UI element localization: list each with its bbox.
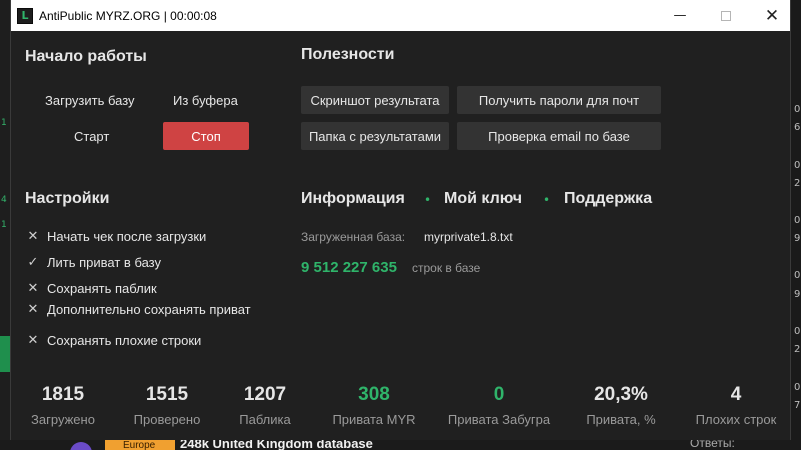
tab-separator: • — [424, 193, 432, 207]
app-window: L AntiPublic MYRZ.ORG | 00:00:08 — ✕ Нач… — [10, 0, 791, 440]
unchecked-icon: ✕ — [27, 228, 39, 244]
replies-label: Ответы: — [690, 440, 735, 450]
lines-count: 9 512 227 635 — [301, 259, 397, 276]
background-number: 4 — [1, 195, 7, 205]
stat-loaded: 1815 Загружено — [3, 383, 123, 427]
background-number: 9 — [794, 289, 801, 300]
setting-save-public[interactable]: ✕ Сохранять паблик — [25, 279, 157, 297]
loaded-base-value: myrprivate1.8.txt — [424, 230, 513, 244]
stat-private-abroad: 0 Привата Забугра — [439, 383, 559, 427]
stat-value: 308 — [358, 384, 390, 405]
unchecked-icon: ✕ — [27, 332, 39, 348]
tab-support[interactable]: Поддержка — [564, 190, 652, 208]
tab-my-key[interactable]: Мой ключ — [444, 190, 522, 208]
stop-button[interactable]: Стоп — [163, 122, 249, 150]
background-forum-row: Europe 248k United Kingdom database Отве… — [0, 440, 801, 450]
minimize-icon: — — [673, 8, 687, 23]
thread-title-link[interactable]: 248k United Kingdom database — [180, 440, 373, 450]
stat-label: Паблика — [239, 412, 291, 427]
load-base-button[interactable]: Загрузить базу — [45, 93, 135, 108]
background-number: 6 — [794, 122, 801, 133]
setting-label: Сохранять паблик — [47, 280, 157, 296]
title-bar[interactable]: L AntiPublic MYRZ.ORG | 00:00:08 — ✕ — [11, 0, 790, 31]
close-icon: ✕ — [764, 5, 780, 26]
stat-value: 1815 — [41, 384, 85, 405]
results-folder-button[interactable]: Папка с результатами — [301, 122, 449, 150]
stat-label: Загружено — [31, 412, 95, 427]
get-email-passwords-button[interactable]: Получить пароли для почт — [457, 86, 661, 114]
setting-push-private-to-base[interactable]: ✓ Лить приват в базу — [25, 253, 161, 271]
background-number: 0 — [794, 326, 801, 337]
tab-separator: • — [543, 193, 551, 207]
stat-label: Привата MYR — [332, 412, 416, 427]
stat-value: 1207 — [243, 384, 287, 405]
stat-label: Плохих строк — [695, 412, 777, 427]
tab-information[interactable]: Информация — [301, 190, 405, 208]
stat-public: 1207 Паблика — [205, 383, 325, 427]
app-logo-icon: L — [17, 7, 33, 24]
checkmark-icon: ✓ — [27, 254, 39, 270]
background-number: 0 — [794, 160, 801, 171]
background-number: 2 — [794, 178, 801, 189]
maximize-icon — [721, 10, 731, 21]
close-button[interactable]: ✕ — [749, 0, 795, 31]
loaded-base-label: Загруженная база: — [301, 230, 406, 244]
minimize-button[interactable]: — — [657, 0, 703, 31]
utilities-heading: Полезности — [301, 46, 395, 63]
stat-label: Привата, % — [586, 412, 656, 427]
background-number: 9 — [794, 233, 801, 244]
start-heading: Начало работы — [25, 48, 147, 65]
window-title: AntiPublic MYRZ.ORG | 00:00:08 — [39, 8, 217, 23]
background-number: 1 — [1, 220, 7, 230]
stat-value: 0 — [493, 384, 505, 405]
stat-value: 4 — [730, 384, 742, 405]
setting-save-bad-lines[interactable]: ✕ Сохранять плохие строки — [25, 331, 202, 349]
unchecked-icon: ✕ — [27, 280, 39, 296]
setting-label: Лить приват в базу — [47, 254, 161, 270]
setting-additionally-save-private[interactable]: ✕ Дополнительно сохранять приват — [25, 300, 251, 318]
start-button[interactable]: Старт — [74, 129, 109, 144]
from-clipboard-button[interactable]: Из буфера — [173, 93, 238, 108]
background-number: 1 — [1, 118, 7, 128]
unchecked-icon: ✕ — [27, 301, 39, 317]
region-tag: Europe — [105, 440, 175, 450]
background-green-bar — [0, 336, 10, 372]
stat-value: 20,3% — [594, 384, 648, 405]
stat-private-myr: 308 Привата MYR — [314, 383, 434, 427]
background-number: 0 — [794, 215, 801, 226]
stat-bad-lines: 4 Плохих строк — [676, 383, 796, 427]
background-number: 2 — [794, 344, 801, 355]
setting-label: Дополнительно сохранять приват — [47, 301, 251, 317]
check-email-button[interactable]: Проверка email по базе — [457, 122, 661, 150]
setting-label: Сохранять плохие строки — [47, 332, 202, 348]
avatar — [70, 442, 92, 450]
maximize-button[interactable] — [703, 0, 749, 31]
background-number: 0 — [794, 270, 801, 281]
stat-label: Привата Забугра — [447, 412, 551, 427]
screenshot-result-button[interactable]: Скриншот результата — [301, 86, 449, 114]
settings-heading: Настройки — [25, 190, 110, 207]
lines-count-label: строк в базе — [412, 261, 481, 275]
setting-label: Начать чек после загрузки — [47, 228, 207, 244]
background-number: 0 — [794, 104, 801, 115]
setting-start-check-after-load[interactable]: ✕ Начать чек после загрузки — [25, 227, 207, 245]
stat-private-percent: 20,3% Привата, % — [561, 383, 681, 427]
